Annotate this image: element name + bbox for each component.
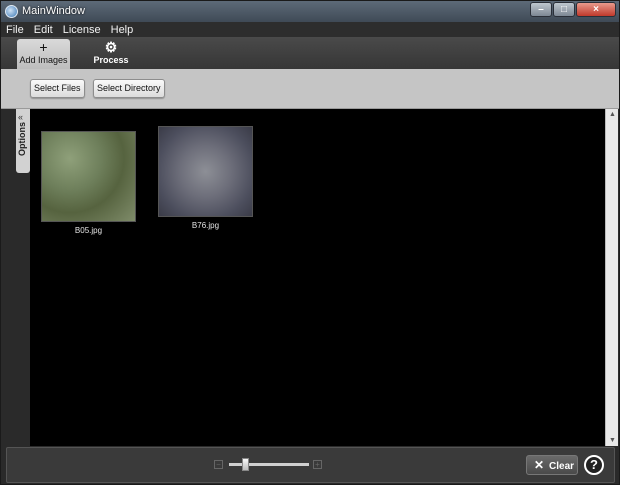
chevron-left-icon: « xyxy=(18,112,24,122)
main-window: MainWindow – □ × File Edit License Help … xyxy=(0,0,620,485)
options-label: Options xyxy=(17,122,27,156)
scroll-down-arrow-icon[interactable]: ▼ xyxy=(609,437,616,444)
tab-bar: + Add Images ⚙ Process xyxy=(1,37,619,69)
window-title: MainWindow xyxy=(22,5,85,17)
title-bar: MainWindow – □ × xyxy=(1,1,619,22)
image-thumbnail[interactable]: B05.jpg xyxy=(41,131,136,235)
toolbar: Select Files Select Directory xyxy=(1,69,619,109)
image-canvas[interactable]: B05.jpg B76.jpg xyxy=(30,109,605,446)
aerial-photo xyxy=(158,126,253,217)
select-files-button[interactable]: Select Files xyxy=(30,79,85,98)
maximize-button[interactable]: □ xyxy=(553,2,575,17)
close-window-button[interactable]: × xyxy=(576,2,616,17)
image-filename: B76.jpg xyxy=(191,221,220,230)
app-logo-icon xyxy=(5,5,18,18)
bottom-bar: − + ✕ Clear ? xyxy=(6,447,615,483)
select-directory-button[interactable]: Select Directory xyxy=(93,79,165,98)
image-thumbnail[interactable]: B76.jpg xyxy=(158,126,253,230)
tab-add-images[interactable]: + Add Images xyxy=(17,39,70,69)
menu-help[interactable]: Help xyxy=(111,24,134,36)
clear-label: Clear xyxy=(549,461,575,472)
plus-icon: + xyxy=(39,39,48,55)
tab-add-images-label: Add Images xyxy=(19,55,68,65)
menu-file[interactable]: File xyxy=(6,24,24,36)
menu-edit[interactable]: Edit xyxy=(34,24,53,36)
menu-license[interactable]: License xyxy=(63,24,101,36)
zoom-slider-handle[interactable] xyxy=(242,458,249,471)
scroll-up-arrow-icon[interactable]: ▲ xyxy=(609,111,616,118)
tab-process[interactable]: ⚙ Process xyxy=(91,39,131,69)
gear-icon: ⚙ xyxy=(104,39,118,55)
minimize-button[interactable]: – xyxy=(530,2,552,17)
image-filename: B05.jpg xyxy=(74,226,103,235)
clear-button[interactable]: ✕ Clear xyxy=(526,455,578,475)
aerial-photo xyxy=(41,131,136,222)
options-panel-toggle[interactable]: « Options xyxy=(16,109,30,173)
window-controls: – □ × xyxy=(530,2,616,17)
zoom-slider-track[interactable] xyxy=(229,463,309,466)
help-button[interactable]: ? xyxy=(584,455,604,475)
vertical-scrollbar[interactable]: ▲ ▼ xyxy=(605,109,618,446)
close-x-icon: ✕ xyxy=(533,458,545,472)
menu-bar: File Edit License Help xyxy=(1,22,619,37)
zoom-out-icon[interactable]: − xyxy=(214,460,223,469)
tab-process-label: Process xyxy=(93,55,129,65)
zoom-in-icon[interactable]: + xyxy=(313,460,322,469)
